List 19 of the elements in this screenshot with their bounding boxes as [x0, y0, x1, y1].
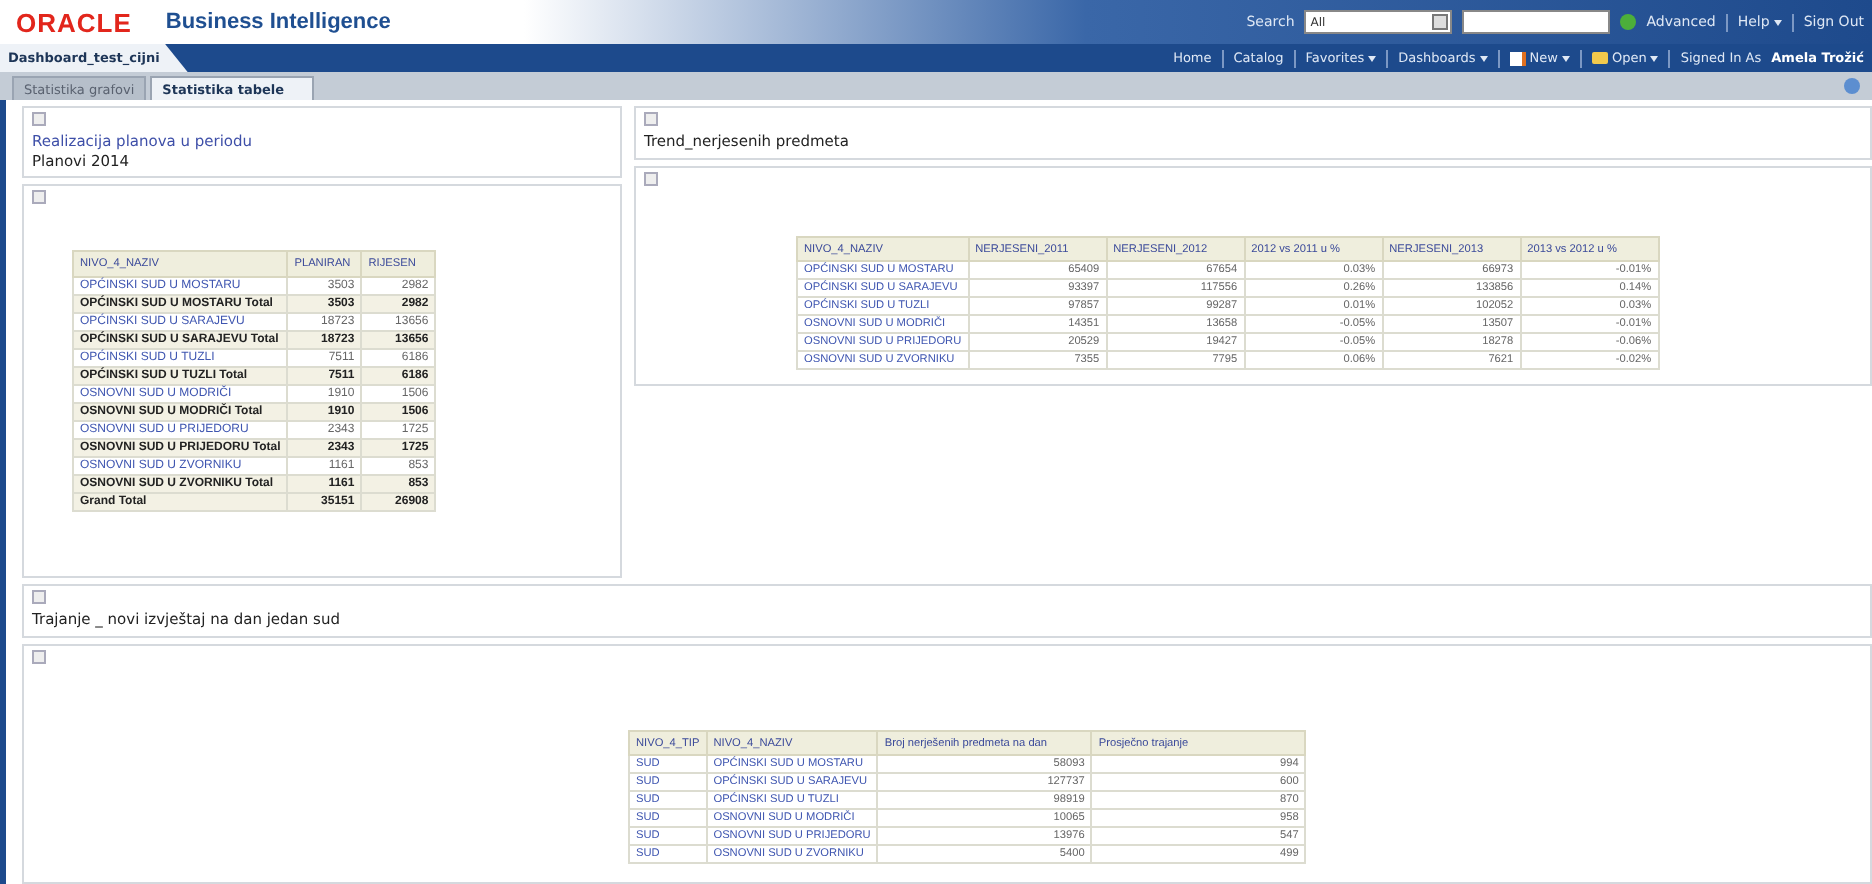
caret-icon	[1368, 55, 1377, 61]
document-icon	[1509, 51, 1526, 65]
product-title: Business Intelligence	[165, 10, 391, 34]
collapse-icon[interactable]	[644, 172, 658, 186]
folder-icon	[1591, 52, 1608, 64]
go-icon[interactable]	[1620, 14, 1637, 30]
search-field[interactable]	[1462, 10, 1611, 34]
page-options-icon[interactable]	[1844, 78, 1860, 94]
collapse-icon[interactable]	[32, 590, 46, 604]
caret-icon	[1561, 55, 1570, 61]
caret-icon	[1773, 19, 1782, 25]
dropdown-icon	[1432, 14, 1449, 30]
logo: ORACLE	[16, 7, 132, 37]
collapse-icon[interactable]	[32, 650, 46, 664]
collapse-icon[interactable]	[644, 112, 658, 126]
collapse-icon[interactable]	[32, 112, 46, 126]
caret-icon	[1650, 55, 1659, 61]
caret-icon	[1479, 55, 1488, 61]
collapse-icon[interactable]	[32, 190, 46, 204]
